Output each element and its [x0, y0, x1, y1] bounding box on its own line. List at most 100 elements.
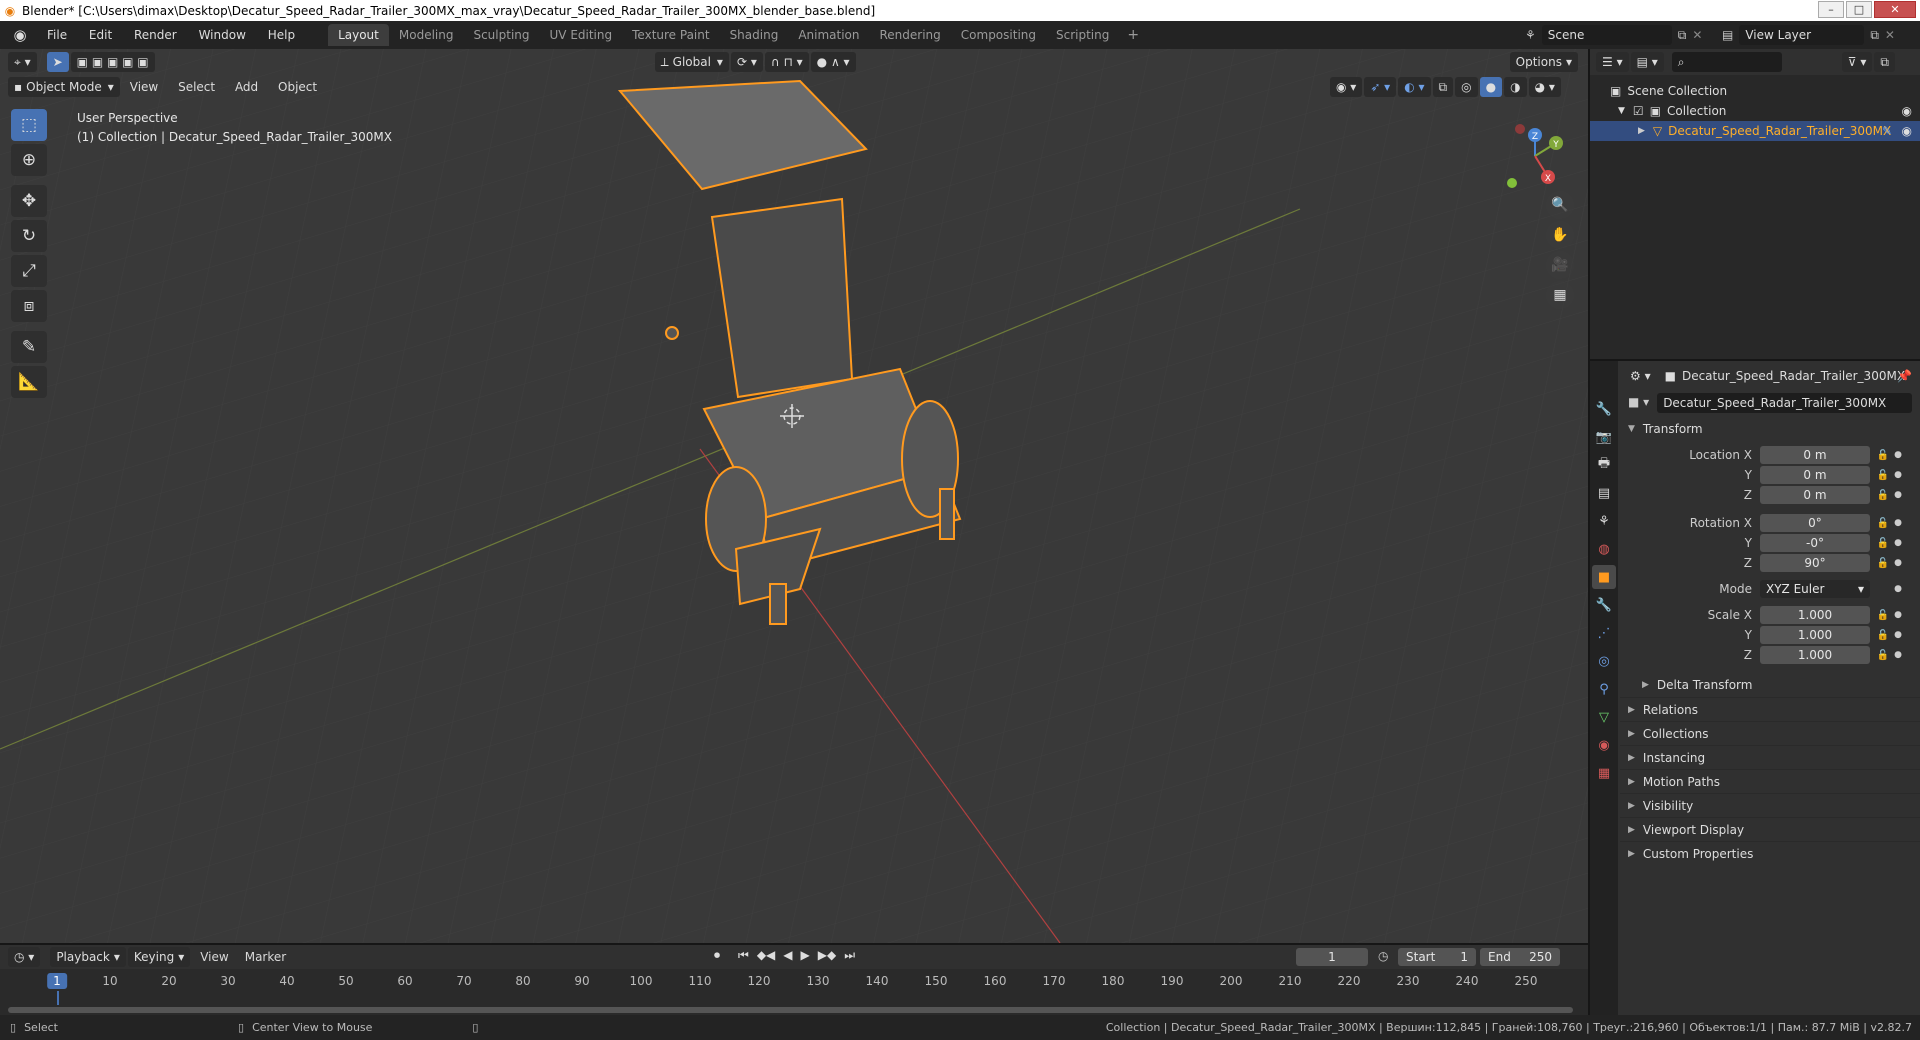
pan-button[interactable]: ✋	[1546, 221, 1574, 249]
filter-button[interactable]: ⊽ ▾	[1841, 52, 1873, 72]
new-scene-icon[interactable]: ⧉	[1678, 28, 1687, 43]
current-frame-marker[interactable]: 1	[47, 973, 67, 989]
camera-view-button[interactable]: 🎥	[1546, 251, 1574, 279]
properties-editor-icon[interactable]: ⚙ ▾	[1630, 369, 1651, 383]
next-keyframe-icon[interactable]: ▶◆	[818, 948, 836, 963]
expand-arrow-icon[interactable]: ▶	[1638, 126, 1645, 136]
tab-render[interactable]: 📷	[1592, 425, 1616, 449]
location-x-field[interactable]: 0 m	[1760, 446, 1870, 464]
checkbox-icon[interactable]: ☑	[1633, 104, 1644, 118]
zoom-button[interactable]: 🔍	[1546, 191, 1574, 219]
minimize-button[interactable]: –	[1818, 1, 1844, 18]
prev-keyframe-icon[interactable]: ◆◀	[757, 948, 775, 963]
tab-texture[interactable]: ▦	[1592, 761, 1616, 785]
scale-z-field[interactable]: 1.000	[1760, 646, 1870, 664]
new-view-layer-icon[interactable]: ⧉	[1870, 28, 1879, 43]
collapse-arrow-icon[interactable]: ▼	[1618, 106, 1625, 116]
transform-orientation-dropdown[interactable]: ⟂ Global ▾	[654, 52, 729, 72]
add-workspace-button[interactable]: +	[1119, 24, 1147, 46]
ortho-toggle-button[interactable]: ▦	[1546, 281, 1574, 309]
outliner-editor-type[interactable]: ☰ ▾	[1596, 52, 1629, 72]
keying-menu[interactable]: Keying ▾	[127, 947, 191, 967]
keyframe-dot-icon[interactable]: ●	[1892, 630, 1904, 640]
rotation-mode-dropdown[interactable]: XYZ Euler ▾	[1760, 580, 1870, 598]
object-datablock-icon[interactable]: ■ ▾	[1628, 395, 1649, 409]
eye-icon[interactable]: ◉	[1902, 124, 1912, 138]
menu-add[interactable]: Add	[227, 80, 266, 94]
blender-logo-icon[interactable]: ◉	[8, 23, 32, 47]
jump-end-icon[interactable]: ⏭	[844, 948, 855, 963]
tab-object[interactable]: ■	[1592, 565, 1616, 589]
jump-start-icon[interactable]: ⏮	[738, 948, 749, 963]
view-layer-selector[interactable]: ▤ View Layer ⧉ ✕	[1722, 24, 1917, 46]
eye-icon[interactable]: ◉	[1902, 104, 1912, 118]
location-z-field[interactable]: 0 m	[1760, 486, 1870, 504]
tab-modeling[interactable]: Modeling	[389, 24, 464, 46]
remove-scene-icon[interactable]: ✕	[1692, 28, 1702, 42]
tab-tool[interactable]: 🔧	[1592, 397, 1616, 421]
rotate-tool[interactable]: ↻	[11, 220, 47, 252]
timeline-editor-type[interactable]: ◷ ▾	[8, 947, 41, 967]
keyframe-dot-icon[interactable]: ●	[1892, 558, 1904, 568]
xray-button[interactable]: ⧉	[1432, 77, 1454, 97]
proportional-edit-button[interactable]: ● ∧ ▾	[810, 52, 856, 72]
lock-icon[interactable]: 🔓	[1874, 470, 1892, 481]
scale-x-field[interactable]: 1.000	[1760, 606, 1870, 624]
preview-range-clock-icon[interactable]: ◷	[1378, 949, 1388, 963]
annotate-tool[interactable]: ✎	[11, 331, 47, 363]
menu-object[interactable]: Object	[270, 80, 325, 94]
rendered-shading-button[interactable]: ◕ ▾	[1528, 77, 1561, 97]
lock-icon[interactable]: 🔓	[1874, 630, 1892, 641]
keyframe-dot-icon[interactable]: ●	[1892, 518, 1904, 528]
tab-view-layer[interactable]: ▤	[1592, 481, 1616, 505]
record-icon[interactable]: ⏺	[714, 948, 720, 963]
3d-viewport[interactable]: ⌖ ▾ ➤ ▣ ▣ ▣ ▣ ▣ ⟂ Global ▾ ⟳ ▾ ∩ ⊓ ▾ ● ∧…	[0, 49, 1588, 943]
keyframe-dot-icon[interactable]: ●	[1892, 538, 1904, 548]
tab-material[interactable]: ◉	[1592, 733, 1616, 757]
tab-compositing[interactable]: Compositing	[951, 24, 1046, 46]
close-button[interactable]: ✕	[1874, 1, 1916, 18]
menu-file[interactable]: File	[38, 28, 76, 42]
move-tool[interactable]: ✥	[11, 185, 47, 217]
remove-view-layer-icon[interactable]: ✕	[1885, 28, 1895, 42]
scale-y-field[interactable]: 1.000	[1760, 626, 1870, 644]
outliner-collection[interactable]: ▼ ☑ ▣ Collection ◉	[1590, 101, 1920, 121]
lock-icon[interactable]: 🔓	[1874, 518, 1892, 529]
rotation-x-field[interactable]: 0°	[1760, 514, 1870, 532]
new-collection-button[interactable]: ⧉	[1874, 52, 1895, 72]
transform-tool[interactable]: ⧈	[11, 290, 47, 322]
keyframe-dot-icon[interactable]: ●	[1892, 450, 1904, 460]
maximize-button[interactable]: □	[1846, 1, 1872, 18]
mode-dropdown[interactable]: ▪ Object Mode ▾	[8, 77, 120, 97]
cursor-tool[interactable]: ⊕	[11, 144, 47, 176]
tab-physics[interactable]: ◎	[1592, 649, 1616, 673]
scene-field[interactable]: Scene	[1541, 25, 1672, 45]
start-frame-field[interactable]: Start 1	[1398, 948, 1476, 966]
viewport-display-panel[interactable]: ▶ Viewport Display	[1620, 817, 1920, 841]
menu-render[interactable]: Render	[125, 28, 186, 42]
overlays-button[interactable]: ◐ ▾	[1398, 77, 1431, 97]
tab-scripting[interactable]: Scripting	[1046, 24, 1119, 46]
material-shading-button[interactable]: ◑	[1504, 77, 1527, 97]
menu-window[interactable]: Window	[190, 28, 255, 42]
wireframe-shading-button[interactable]: ◎	[1455, 77, 1478, 97]
current-frame-field[interactable]: 1	[1296, 948, 1368, 966]
lock-icon[interactable]: 🔓	[1874, 490, 1892, 501]
lock-icon[interactable]: 🔓	[1874, 558, 1892, 569]
play-reverse-icon[interactable]: ◀	[783, 948, 792, 963]
keyframe-dot-icon[interactable]: ●	[1892, 650, 1904, 660]
end-frame-field[interactable]: End 250	[1480, 948, 1560, 966]
object-name-field[interactable]: Decatur_Speed_Radar_Trailer_300MX	[1657, 393, 1912, 413]
select-box-mode-button[interactable]: ▣ ▣ ▣ ▣ ▣	[70, 52, 155, 72]
menu-edit[interactable]: Edit	[80, 28, 121, 42]
collections-panel[interactable]: ▶ Collections	[1620, 721, 1920, 745]
pivot-point-button[interactable]: ⟳ ▾	[730, 52, 763, 72]
snap-button[interactable]: ∩ ⊓ ▾	[764, 52, 809, 72]
tab-output[interactable]: 🖶	[1592, 453, 1616, 477]
tab-sculpting[interactable]: Sculpting	[463, 24, 539, 46]
timeline-scrollbar[interactable]	[8, 1007, 1573, 1013]
select-tool-button[interactable]: ➤	[46, 52, 69, 72]
delta-transform-subpanel[interactable]: ▶ Delta Transform	[1620, 673, 1920, 697]
tab-scene[interactable]: ⚘	[1592, 509, 1616, 533]
editor-type-button[interactable]: ⌖ ▾	[8, 52, 37, 72]
